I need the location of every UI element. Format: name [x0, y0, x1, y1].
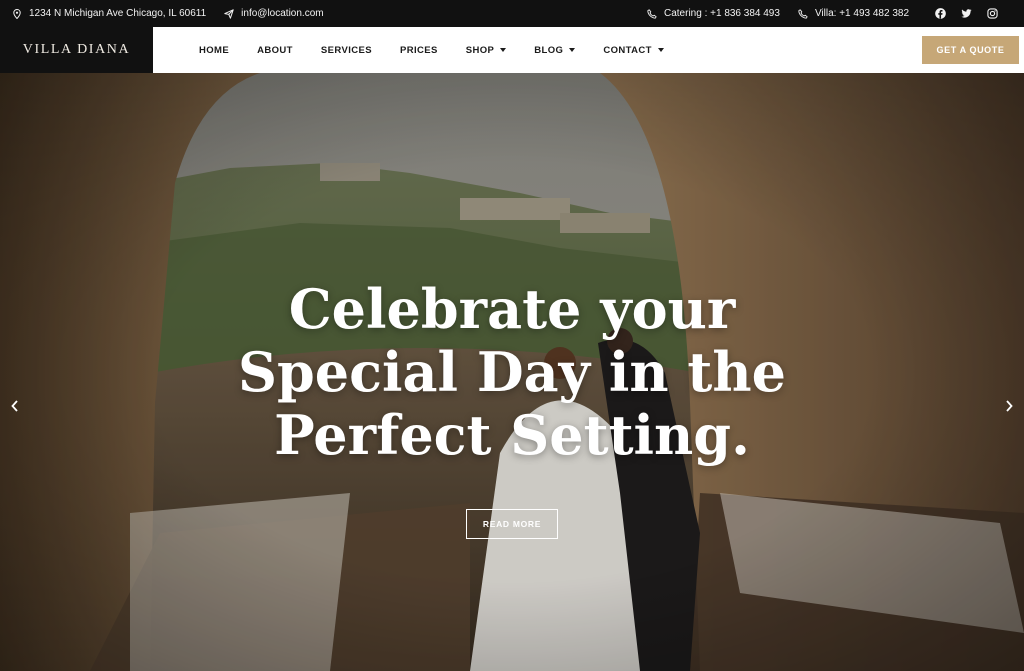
nav-item-about[interactable]: ABOUT	[257, 45, 293, 56]
nav-item-services[interactable]: SERVICES	[321, 45, 372, 56]
nav-item-contact[interactable]: CONTACT	[603, 45, 664, 56]
main-nav: HOME ABOUT SERVICES PRICES SHOP BLOG CON…	[199, 45, 692, 56]
chevron-right-icon	[1006, 400, 1013, 412]
phone-icon	[798, 8, 808, 19]
email-item[interactable]: info@location.com	[224, 8, 324, 19]
chevron-down-icon	[569, 48, 576, 52]
nav-item-label[interactable]: BLOG	[534, 45, 563, 56]
nav-item-shop[interactable]: SHOP	[466, 45, 507, 56]
hero-title-line: Special Day in the	[238, 340, 786, 404]
chevron-down-icon	[657, 48, 664, 52]
social-links	[935, 8, 998, 19]
read-more-button[interactable]: READ MORE	[466, 509, 558, 539]
nav-item-label[interactable]: PRICES	[400, 45, 438, 56]
nav-item-label[interactable]: HOME	[199, 45, 229, 56]
hero-title-line: Celebrate your	[288, 277, 736, 341]
nav-item-label[interactable]: ABOUT	[257, 45, 293, 56]
slider-next-arrow[interactable]	[1002, 399, 1016, 413]
instagram-icon[interactable]	[987, 8, 998, 19]
chevron-down-icon	[500, 48, 507, 52]
nav-item-label[interactable]: SERVICES	[321, 45, 372, 56]
twitter-icon[interactable]	[961, 8, 972, 19]
phone-icon	[647, 8, 657, 19]
nav-item-label[interactable]: CONTACT	[603, 45, 652, 56]
nav-item-home[interactable]: HOME	[199, 45, 229, 56]
hero-title-line: Perfect Setting.	[274, 403, 750, 467]
hero-title: Celebrate your Special Day in the Perfec…	[212, 278, 812, 467]
slider-prev-arrow[interactable]	[8, 399, 22, 413]
catering-phone-text[interactable]: Catering : +1 836 384 493	[664, 8, 780, 19]
nav-item-label[interactable]: SHOP	[466, 45, 495, 56]
villa-phone-item[interactable]: Villa: +1 493 482 382	[798, 8, 909, 19]
address-text: 1234 N Michigan Ave Chicago, IL 60611	[29, 8, 207, 19]
hero-slider: Celebrate your Special Day in the Perfec…	[0, 73, 1024, 671]
chevron-left-icon	[11, 400, 18, 412]
get-a-quote-button[interactable]: GET A QUOTE	[922, 36, 1019, 64]
main-header: VILLA DIANA HOME ABOUT SERVICES PRICES S…	[0, 27, 1024, 73]
catering-phone-item[interactable]: Catering : +1 836 384 493	[647, 8, 780, 19]
logo[interactable]: VILLA DIANA	[0, 27, 153, 73]
nav-item-prices[interactable]: PRICES	[400, 45, 438, 56]
villa-phone-text[interactable]: Villa: +1 493 482 382	[815, 8, 909, 19]
location-pin-icon	[12, 8, 22, 19]
address-item: 1234 N Michigan Ave Chicago, IL 60611	[12, 8, 206, 19]
facebook-icon[interactable]	[935, 8, 946, 19]
email-link[interactable]: info@location.com	[241, 8, 323, 19]
top-bar: 1234 N Michigan Ave Chicago, IL 60611 in…	[0, 0, 1024, 27]
nav-item-blog[interactable]: BLOG	[534, 45, 576, 56]
logo-text[interactable]: VILLA DIANA	[23, 42, 130, 58]
send-icon	[224, 8, 234, 19]
